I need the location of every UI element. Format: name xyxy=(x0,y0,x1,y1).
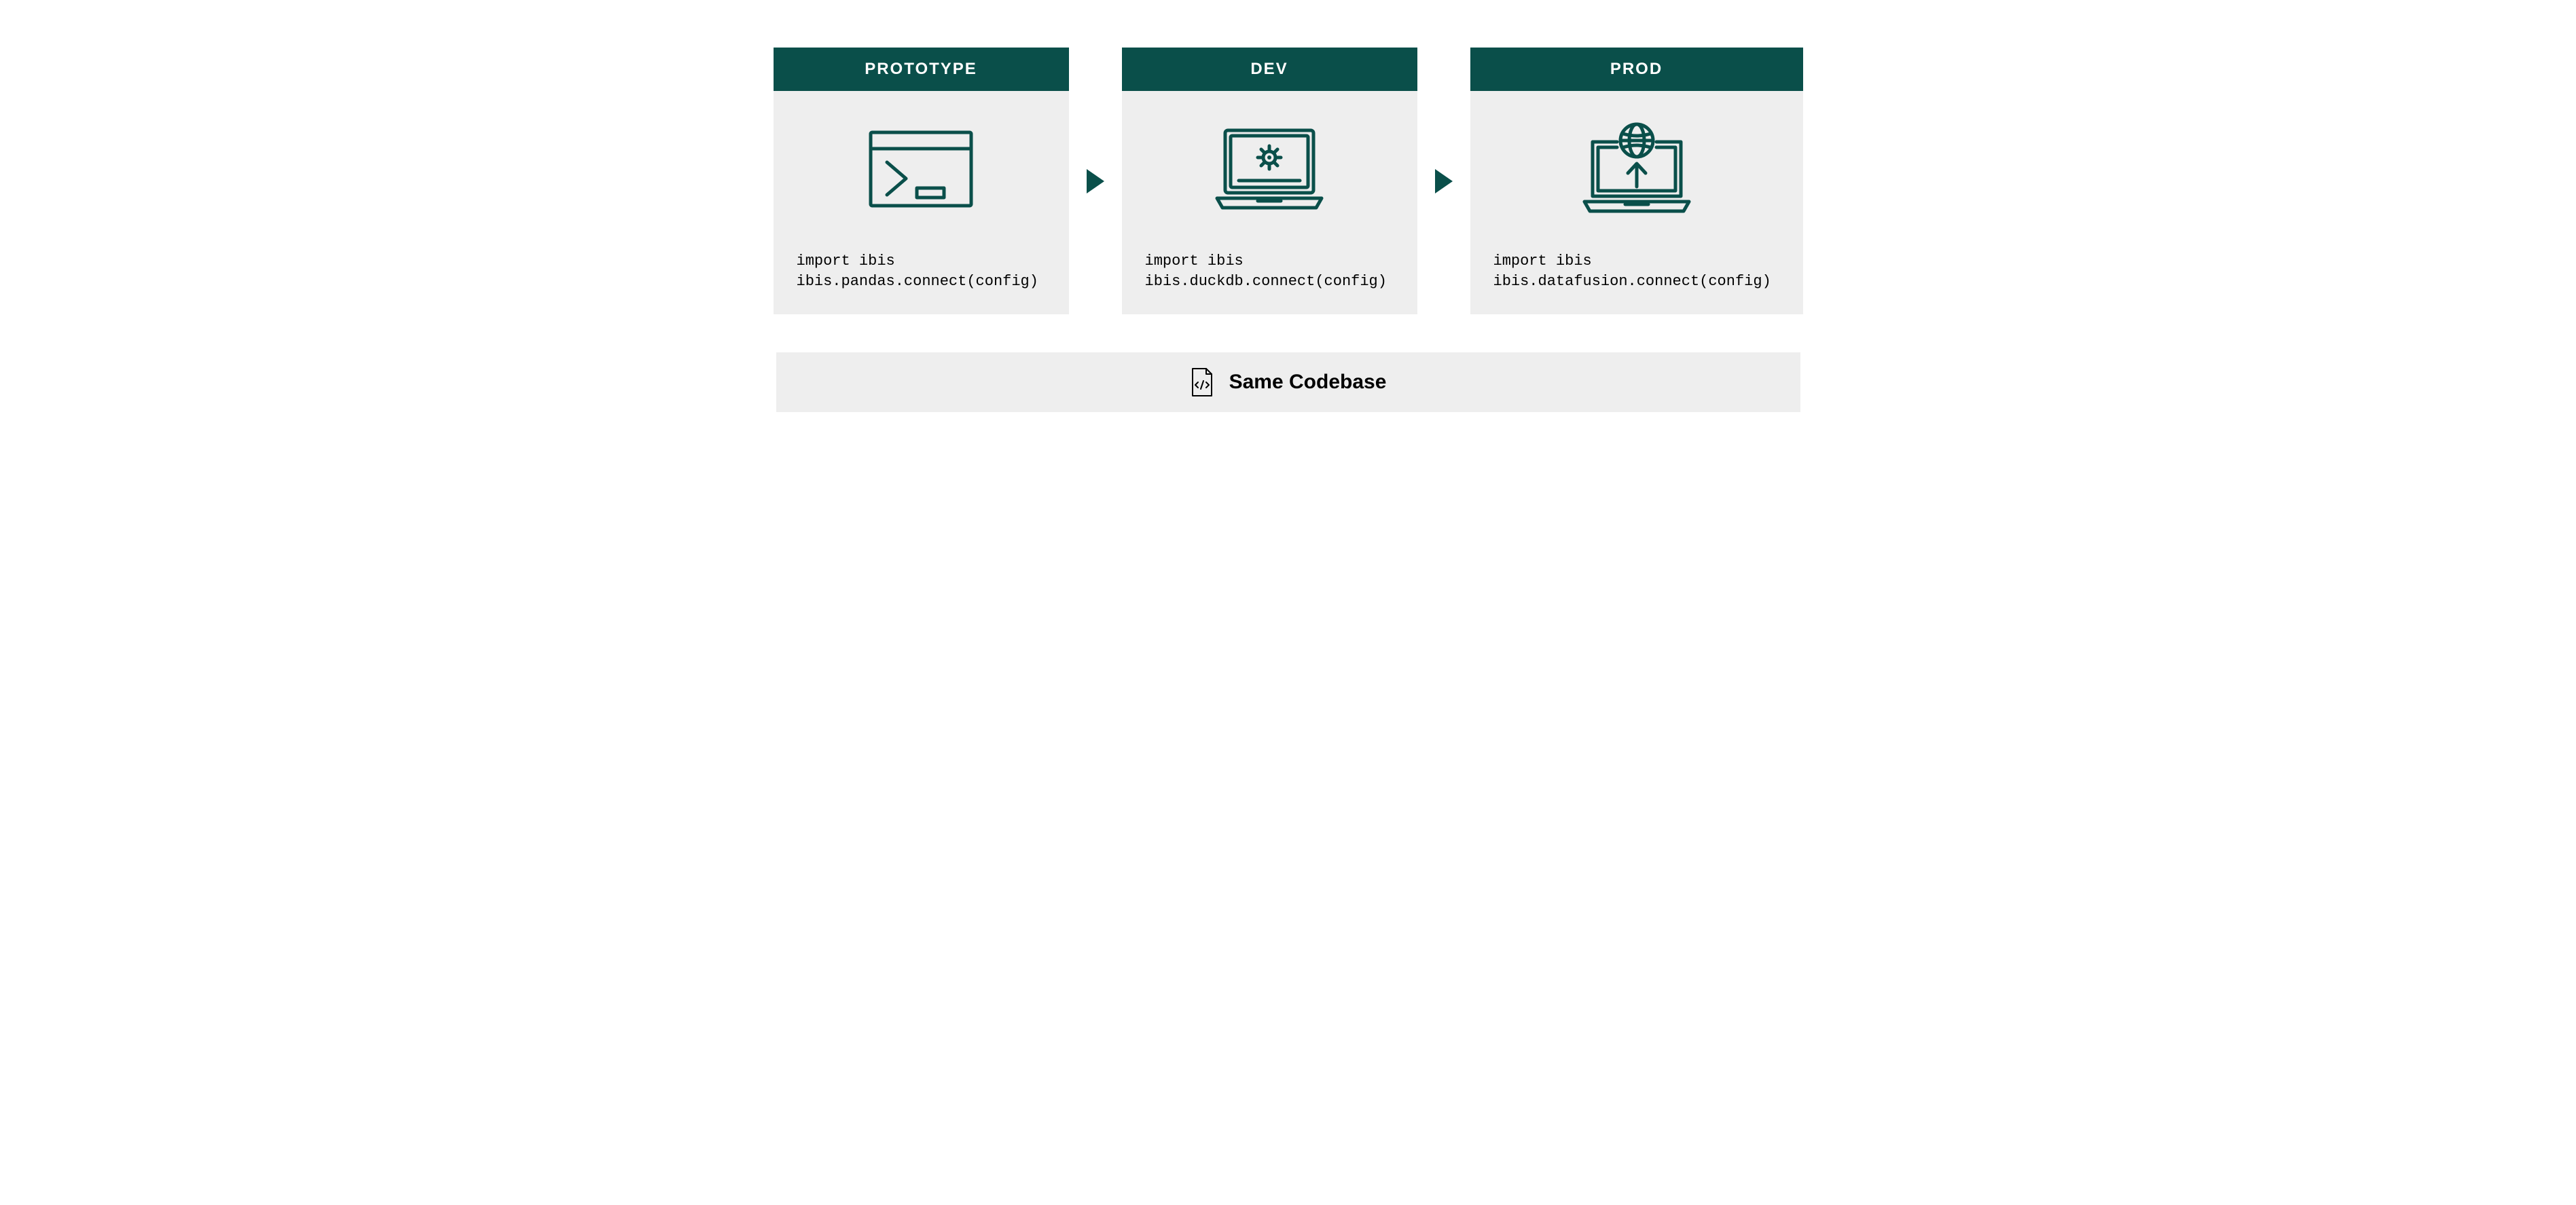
stage-code: import ibis ibis.pandas.connect(config) xyxy=(787,251,1038,291)
laptop-globe-icon xyxy=(1572,118,1701,220)
arrow-icon xyxy=(1417,48,1470,314)
arrow-icon xyxy=(1069,48,1122,314)
stages-row: PROTOTYPE import ibis ibis.pandas.connec… xyxy=(20,48,2556,314)
code-file-icon xyxy=(1190,367,1214,397)
stage-body: import ibis ibis.pandas.connect(config) xyxy=(774,91,1069,314)
terminal-icon xyxy=(867,118,975,220)
footer-bar: Same Codebase xyxy=(776,352,1800,412)
stage-code: import ibis ibis.duckdb.connect(config) xyxy=(1136,251,1387,291)
stage-card-prod: PROD xyxy=(1470,48,1803,314)
laptop-gear-icon xyxy=(1205,118,1334,220)
stage-body: import ibis ibis.duckdb.connect(config) xyxy=(1122,91,1417,314)
stage-title: PROTOTYPE xyxy=(774,48,1069,91)
stage-card-dev: DEV xyxy=(1122,48,1417,314)
stage-title: DEV xyxy=(1122,48,1417,91)
stage-title: PROD xyxy=(1470,48,1803,91)
footer-label: Same Codebase xyxy=(1229,371,1387,394)
stage-code: import ibis ibis.datafusion.connect(conf… xyxy=(1484,251,1771,291)
stage-card-prototype: PROTOTYPE import ibis ibis.pandas.connec… xyxy=(774,48,1069,314)
stage-body: import ibis ibis.datafusion.connect(conf… xyxy=(1470,91,1803,314)
